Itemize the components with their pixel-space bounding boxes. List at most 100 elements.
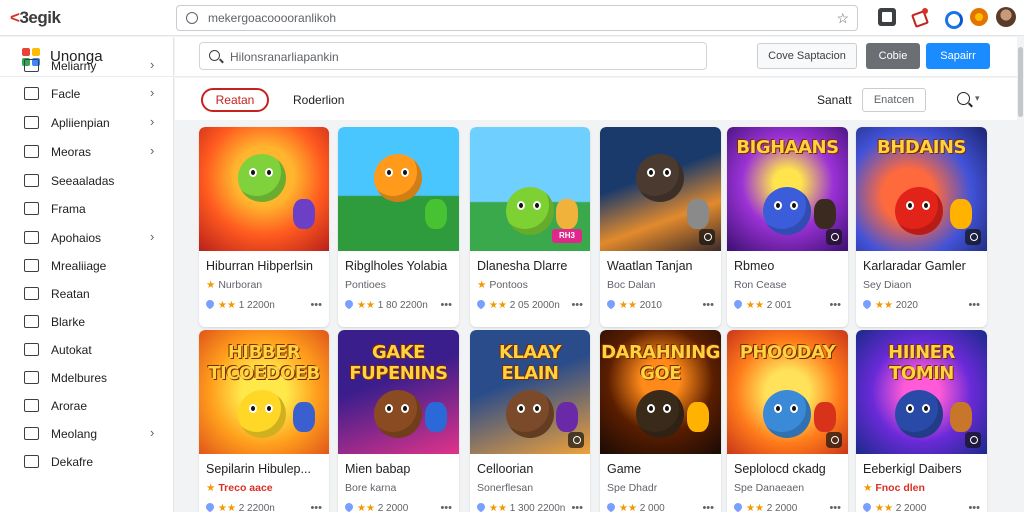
more-options-icon[interactable]: ••• <box>310 502 322 512</box>
favorite-icon[interactable] <box>607 503 617 512</box>
sidebar-item[interactable]: Blarke <box>0 309 174 335</box>
sidebar-item[interactable]: Seeaaladas <box>0 168 174 194</box>
game-subtitle: Spe Danaeaen <box>734 482 848 494</box>
game-subtitle-text: Ron Cease <box>734 279 787 291</box>
game-thumbnail[interactable]: DARAHNING GOE <box>600 330 721 454</box>
game-card[interactable]: Ribglholes Yolabia Pontioes ★★ 1 80 2200n •… <box>338 127 459 327</box>
share-icon[interactable] <box>826 229 842 245</box>
scrollbar[interactable] <box>1017 37 1024 512</box>
favorite-icon[interactable] <box>734 503 744 512</box>
search-input[interactable]: Hilonsranarliapankin <box>199 42 707 70</box>
game-card[interactable]: BHDAINS Karlaradar Gamler Sey Diaon ★★ 2020… <box>856 127 987 327</box>
sidebar-item[interactable]: Dekafre <box>0 449 174 475</box>
share-icon[interactable] <box>965 432 981 448</box>
share-icon[interactable] <box>965 229 981 245</box>
game-thumbnail[interactable]: PHOODAY <box>727 330 848 454</box>
favorite-icon[interactable] <box>345 300 355 310</box>
primary-action-button[interactable]: Sapairr <box>926 43 990 69</box>
favorite-icon[interactable] <box>477 300 487 310</box>
favorite-icon[interactable] <box>206 300 216 310</box>
share-icon[interactable] <box>568 432 584 448</box>
game-thumbnail[interactable]: KLAAY ELAIN <box>470 330 590 454</box>
sidebar-item[interactable]: Mdelbures <box>0 365 174 391</box>
search-icon <box>209 50 220 61</box>
game-subtitle: Sonerflesan <box>477 482 590 494</box>
rating-stars-icon: ★★ <box>218 300 239 311</box>
game-card[interactable]: KLAAY ELAIN Celloorian Sonerflesan ★★ 1 300… <box>470 330 590 512</box>
favorite-icon[interactable] <box>206 503 216 512</box>
rating-star-icon: ★ <box>206 482 219 494</box>
sync-extension-icon[interactable] <box>942 8 963 29</box>
game-card[interactable]: HIINER TOMIN Eeberkigl Daibers ★ Fnoc dlen… <box>856 330 987 512</box>
sort-select[interactable]: Enatcen <box>862 88 926 112</box>
game-subtitle: Ron Cease <box>734 279 848 291</box>
game-card[interactable]: PHOODAY Seplolocd ckadg Spe Danaeaen ★★ 2 2… <box>727 330 848 512</box>
game-thumbnail[interactable]: HIINER TOMIN <box>856 330 987 454</box>
game-card[interactable]: BIGHAANS Rbmeo Ron Cease ★★ 2 001 ••• <box>727 127 848 327</box>
chevron-down-icon[interactable]: ▾ <box>975 93 980 104</box>
game-thumbnail[interactable]: RH3 <box>470 127 590 251</box>
filter-search-icon[interactable] <box>957 92 970 105</box>
sidebar-item[interactable]: Autokat <box>0 337 174 363</box>
more-options-icon[interactable]: ••• <box>968 502 980 512</box>
grey-action-button[interactable]: Cobie <box>866 43 920 69</box>
sidebar-item[interactable]: Mrealiiage <box>0 253 174 279</box>
favorite-icon[interactable] <box>863 300 873 310</box>
chevron-right-icon: › <box>150 114 155 129</box>
more-options-icon[interactable]: ••• <box>829 502 841 512</box>
character-illustration <box>763 186 812 235</box>
game-card[interactable]: HIBBER TICOEDOEB Sepilarin Hibulep... ★ Tr… <box>199 330 329 512</box>
game-thumbnail[interactable]: HIBBER TICOEDOEB <box>199 330 329 454</box>
game-thumbnail[interactable]: BHDAINS <box>856 127 987 251</box>
more-options-icon[interactable]: ••• <box>968 299 980 311</box>
scrollbar-thumb[interactable] <box>1018 47 1023 117</box>
reader-mode-icon[interactable] <box>878 8 896 26</box>
more-options-icon[interactable]: ••• <box>702 299 714 311</box>
game-thumbnail[interactable] <box>199 127 329 251</box>
coin-extension-icon[interactable] <box>970 8 988 26</box>
favorite-icon[interactable] <box>734 300 744 310</box>
sidebar-item[interactable]: Apohaios › <box>0 225 174 251</box>
game-card[interactable]: GAKE FUPENINS Mien babap Bore karna ★★ 2 20… <box>338 330 459 512</box>
secondary-action-button[interactable]: Cove Saptacion <box>757 43 857 69</box>
more-options-icon[interactable]: ••• <box>702 502 714 512</box>
game-thumbnail[interactable] <box>338 127 459 251</box>
favorite-icon[interactable] <box>863 503 873 512</box>
sidebar-item[interactable]: Meolang › <box>0 421 174 447</box>
sidebar-item-label: Dekafre <box>51 455 94 469</box>
game-card[interactable]: DARAHNING GOE Game Spe Dhadr ★★ 2 000 ••• <box>600 330 721 512</box>
sidebar-item[interactable]: Frama <box>0 196 174 222</box>
sidebar-item[interactable]: Arorae <box>0 393 174 419</box>
character-illustration <box>238 154 286 203</box>
more-options-icon[interactable]: ••• <box>440 299 452 311</box>
profile-avatar[interactable] <box>996 7 1016 27</box>
share-icon[interactable] <box>699 229 715 245</box>
game-card[interactable]: Waatlan Tanjan Boc Dalan ★★ 2010 ••• <box>600 127 721 327</box>
favorite-icon[interactable] <box>607 300 617 310</box>
more-options-icon[interactable]: ••• <box>571 502 583 512</box>
more-options-icon[interactable]: ••• <box>440 502 452 512</box>
share-icon[interactable] <box>826 432 842 448</box>
filter-tab[interactable]: Roderlion <box>293 93 344 107</box>
address-bar[interactable]: mekergoacooooranlikoh ☆ <box>176 5 858 31</box>
notification-extension-icon[interactable] <box>910 8 928 26</box>
sidebar-item[interactable]: Facle › <box>0 81 174 107</box>
more-options-icon[interactable]: ••• <box>571 299 583 311</box>
sidebar-item[interactable]: Meliarny › <box>0 53 174 79</box>
game-thumbnail[interactable]: BIGHAANS <box>727 127 848 251</box>
browser-brand-logo[interactable]: <3egik <box>10 8 61 28</box>
more-options-icon[interactable]: ••• <box>310 299 322 311</box>
sidebar-item[interactable]: Apliienpian › <box>0 110 174 136</box>
bookmark-star-icon[interactable]: ☆ <box>836 10 849 27</box>
favorite-icon[interactable] <box>477 503 487 512</box>
game-thumbnail[interactable] <box>600 127 721 251</box>
sidebar-item[interactable]: Meoras › <box>0 139 174 165</box>
game-thumbnail[interactable]: GAKE FUPENINS <box>338 330 459 454</box>
sidebar-item[interactable]: Reatan <box>0 281 174 307</box>
game-meta: ★★ 2 2000 <box>345 503 435 512</box>
filter-chip-active[interactable]: Reatan <box>201 88 269 112</box>
game-card[interactable]: Hiburran Hibperlsin ★ Nurboran ★★ 1 2200n •… <box>199 127 329 327</box>
more-options-icon[interactable]: ••• <box>829 299 841 311</box>
game-card[interactable]: RH3 Dlanesha Dlarre ★ Pontoos ★★ 2 05 2000n… <box>470 127 590 327</box>
favorite-icon[interactable] <box>345 503 355 512</box>
